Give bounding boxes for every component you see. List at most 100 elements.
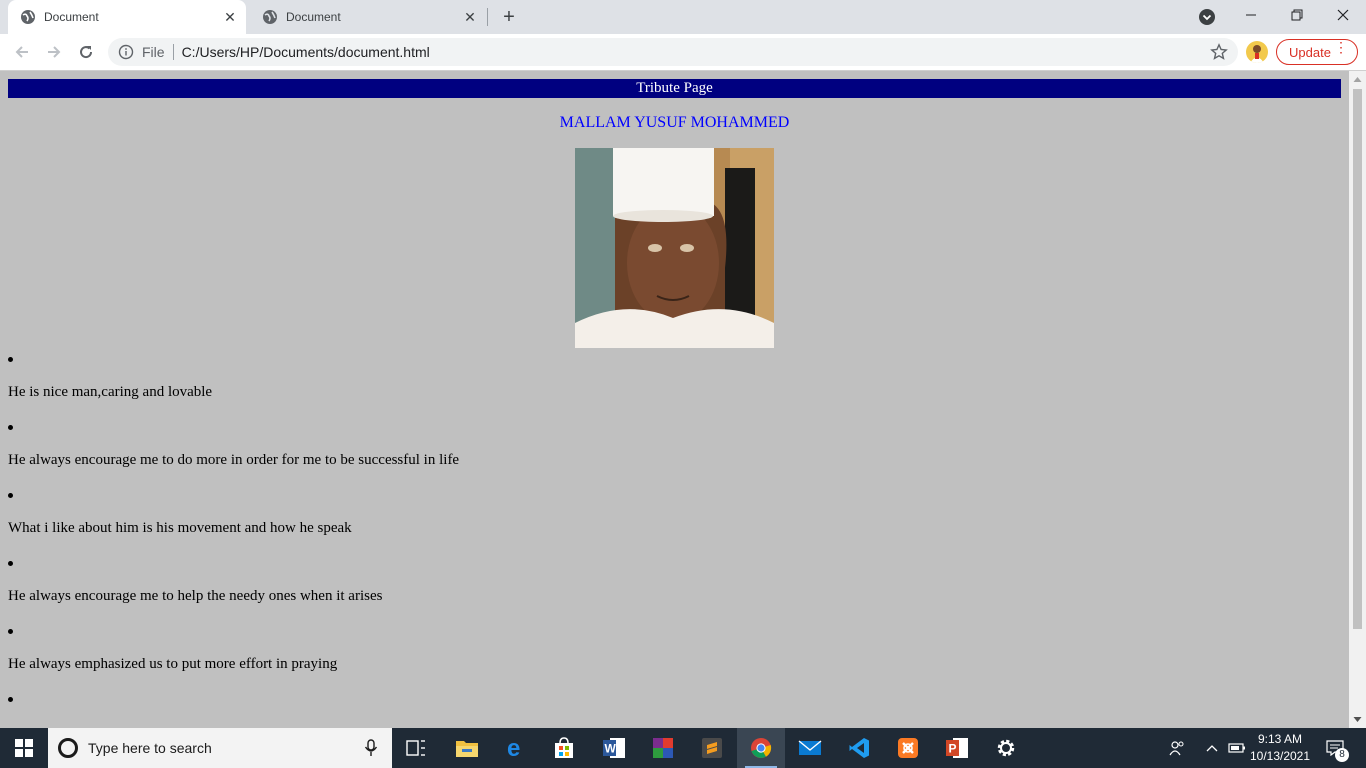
file-explorer-icon — [456, 741, 478, 757]
new-tab-button[interactable]: + — [497, 5, 521, 29]
reload-button[interactable] — [74, 40, 98, 64]
task-view-button[interactable] — [392, 728, 440, 768]
list-item-text: What i like about him is his movement an… — [8, 520, 352, 536]
file-explorer-button[interactable] — [443, 728, 491, 768]
bullet-dot — [8, 425, 13, 430]
search-placeholder: Type here to search — [88, 740, 212, 756]
clock-time: 9:13 AM — [1257, 732, 1303, 746]
word-button[interactable]: W — [590, 728, 638, 768]
list-item: He always encourage me to help the needy… — [8, 555, 1341, 623]
vertical-scrollbar[interactable] — [1349, 71, 1366, 728]
bookmark-star-icon[interactable] — [1210, 43, 1228, 61]
forward-arrow-icon — [48, 46, 61, 58]
tab-document-active[interactable]: Document ✕ — [8, 0, 246, 34]
mail-button[interactable] — [786, 728, 834, 768]
powerpoint-button[interactable]: P — [933, 728, 981, 768]
list-item-text: He is nice man,caring and lovable — [8, 384, 213, 400]
browser-toolbar: File C:/Users/HP/Documents/document.html… — [0, 34, 1366, 70]
minimize-button[interactable] — [1228, 0, 1274, 30]
globe-icon — [263, 10, 277, 24]
tab-document-inactive[interactable]: Document ✕ — [250, 0, 486, 34]
address-divider — [172, 44, 174, 60]
list-item-text: He always encourage me to help the needy… — [8, 588, 383, 604]
sublime-icon — [702, 738, 722, 758]
start-button[interactable] — [0, 728, 48, 768]
people-icon — [1169, 741, 1184, 756]
bullet-dot — [8, 493, 13, 498]
chevron-up-icon — [1206, 745, 1218, 752]
close-tab-icon[interactable]: ✕ — [460, 7, 480, 27]
xampp-button[interactable] — [884, 728, 932, 768]
microphone-icon[interactable] — [364, 739, 378, 757]
system-clock[interactable]: 9:13 AM 10/13/2021 — [1240, 731, 1320, 765]
tab-strip: Document ✕ Document ✕ + — [0, 0, 1366, 34]
list-item: What i like about him is his movement an… — [8, 487, 1341, 555]
profile-avatar[interactable] — [1246, 41, 1268, 63]
bullet-dot — [8, 629, 13, 634]
tab-search-icon[interactable] — [1198, 8, 1216, 26]
clock-date: 10/13/2021 — [1249, 749, 1311, 763]
page-banner: Tribute Page — [8, 79, 1341, 98]
back-button[interactable] — [10, 40, 34, 64]
more-menu-icon[interactable]: ⋮ — [1334, 40, 1348, 54]
tribute-name: MALLAM YUSUF MOHAMMED — [559, 114, 790, 131]
back-arrow-icon — [15, 46, 28, 58]
taskbar-search[interactable]: Type here to search — [48, 728, 392, 768]
vscode-button[interactable] — [835, 728, 883, 768]
close-window-button[interactable] — [1320, 0, 1366, 30]
winrar-button[interactable] — [639, 728, 687, 768]
forward-button[interactable] — [42, 40, 66, 64]
chrome-icon — [751, 738, 772, 758]
tribute-bullet-list: He is nice man,caring and lovable He alw… — [8, 351, 1341, 728]
reload-icon — [80, 46, 93, 59]
bullet-dot — [8, 357, 13, 362]
restore-button[interactable] — [1274, 0, 1320, 30]
tab-title: Document — [286, 10, 341, 24]
xampp-icon — [898, 738, 918, 758]
show-hidden-icons-button[interactable] — [1202, 728, 1222, 768]
page-viewport: Tribute Page MALLAM YUSUF MOHAMMED He is… — [0, 70, 1366, 728]
close-icon — [1337, 9, 1349, 21]
list-item-text: He always encourage me to do more in ord… — [8, 452, 460, 468]
sublime-button[interactable] — [688, 728, 736, 768]
windows-taskbar: Type here to search e W P 9:13 AM 10/13/… — [0, 728, 1366, 768]
settings-icon — [997, 739, 1015, 757]
svg-text:P: P — [949, 742, 957, 756]
info-icon[interactable] — [118, 44, 134, 60]
tab-separator — [487, 8, 488, 26]
store-icon — [555, 737, 573, 758]
scroll-up-icon[interactable] — [1353, 75, 1362, 83]
powerpoint-icon: P — [946, 738, 968, 758]
edge-button[interactable]: e — [492, 728, 540, 768]
tribute-photo — [575, 148, 774, 348]
winrar-icon — [653, 738, 673, 758]
cortana-icon — [58, 738, 78, 758]
bullet-dot — [8, 697, 13, 702]
close-tab-icon[interactable]: ✕ — [220, 7, 240, 27]
scheme-label: File — [142, 44, 165, 60]
update-button[interactable]: Update ⋮ — [1276, 39, 1358, 65]
settings-button[interactable] — [982, 728, 1030, 768]
update-label: Update — [1289, 44, 1331, 60]
bullet-dot — [8, 561, 13, 566]
edge-icon: e — [507, 737, 520, 759]
svg-text:e: e — [507, 737, 520, 759]
task-view-icon — [406, 740, 425, 756]
scrollbar-thumb[interactable] — [1353, 89, 1362, 629]
url-text[interactable]: C:/Users/HP/Documents/document.html — [182, 44, 430, 60]
globe-icon — [21, 10, 35, 24]
address-bar[interactable]: File C:/Users/HP/Documents/document.html — [108, 38, 1238, 66]
minimize-icon — [1246, 14, 1256, 16]
scroll-down-icon[interactable] — [1353, 716, 1362, 724]
list-item: He always encourage me to do more in ord… — [8, 419, 1341, 487]
svg-text:W: W — [605, 742, 617, 756]
notification-count-badge: 8 — [1335, 748, 1349, 762]
restore-icon — [1291, 9, 1303, 21]
word-icon: W — [603, 738, 625, 758]
tab-title: Document — [44, 10, 99, 24]
action-center-button[interactable]: 8 — [1320, 728, 1350, 768]
store-button[interactable] — [540, 728, 588, 768]
chrome-button[interactable] — [737, 728, 785, 768]
people-button[interactable] — [1164, 728, 1190, 768]
list-item-text: He always emphasized us to put more effo… — [8, 656, 338, 672]
